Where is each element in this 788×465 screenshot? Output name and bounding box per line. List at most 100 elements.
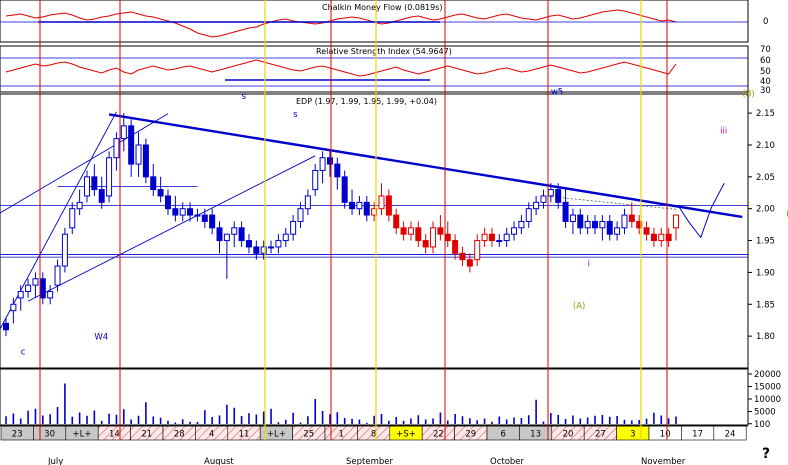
price-tick-label: 2.10 <box>756 141 775 151</box>
candle-body <box>393 214 400 229</box>
candle-body <box>209 214 216 229</box>
cmf-ytick-0: 0 <box>763 17 768 27</box>
candle-body <box>282 233 289 242</box>
candle-body <box>518 220 525 229</box>
timeline-cell-label: 10 <box>660 430 671 440</box>
candle-body <box>47 291 54 299</box>
candle-body <box>135 144 142 165</box>
candle-body <box>606 220 613 235</box>
wave-label: (B) <box>742 90 754 100</box>
price-tick-label: 1.85 <box>756 300 775 310</box>
footer-question-mark: ? <box>762 446 770 462</box>
timeline-cell-label: 13 <box>530 430 541 440</box>
rsi-ytick-60: 60 <box>760 56 771 66</box>
candle-body <box>496 240 503 243</box>
candle-body <box>459 252 466 261</box>
candle-body <box>407 227 414 235</box>
wave-label: w5 <box>551 88 563 98</box>
cmf-title: Chalkin Money Flow (0.0819s) <box>322 3 443 12</box>
candle-body <box>555 189 562 203</box>
price-tick-label: 1.80 <box>756 332 775 342</box>
candle-body <box>643 227 650 235</box>
rsi-ytick-50: 50 <box>760 67 771 77</box>
candle-body <box>223 233 230 242</box>
volume-tick-label: 5000 <box>754 408 776 418</box>
candle-body <box>650 233 657 242</box>
candle-body <box>584 220 591 229</box>
candle-body <box>562 201 569 222</box>
chart-background <box>0 0 788 465</box>
candle-body <box>32 278 39 286</box>
candle-body <box>245 240 252 248</box>
candle-body <box>290 220 297 235</box>
candle-body <box>164 195 171 210</box>
candle-body <box>312 169 319 191</box>
candle-body <box>150 176 157 191</box>
timeline-cell-label: 27 <box>595 430 606 440</box>
candle-body <box>25 284 32 293</box>
candle-body <box>10 303 17 312</box>
candle-body <box>614 227 621 235</box>
candle-body <box>69 208 76 229</box>
timeline-cell-label: 29 <box>465 430 476 440</box>
timeline-cell-label: 4 <box>209 430 214 440</box>
candle-body <box>326 157 333 165</box>
price-tick-label: 1.90 <box>756 268 775 278</box>
candle-body <box>525 208 532 222</box>
volume-tick-label: 20000 <box>754 370 781 380</box>
candle-body <box>3 322 9 331</box>
price-title: EDP (1.97, 1.99, 1.95, 1.99, +0.04) <box>296 97 437 106</box>
timeline-cell-label: +S+ <box>396 430 416 440</box>
candle-body <box>268 246 275 249</box>
candle-body <box>98 189 105 203</box>
candle-body <box>106 157 113 197</box>
volume-tick-label: 10000 <box>754 395 781 405</box>
candle-body <box>194 214 201 217</box>
candle-body <box>673 214 679 229</box>
candle-body <box>481 233 488 242</box>
candle-body <box>378 195 385 210</box>
rsi-ytick-70: 70 <box>760 45 771 55</box>
candle-body <box>201 214 208 222</box>
price-tick-label: 2.00 <box>756 205 775 215</box>
candle-body <box>128 125 135 165</box>
candle-body <box>61 233 68 267</box>
timeline-cell-label: 11 <box>239 430 250 440</box>
timeline-cell-label: 24 <box>725 430 736 440</box>
wave-label: s <box>242 92 247 102</box>
month-label: August <box>204 457 234 465</box>
price-tick-label: 2.15 <box>756 109 775 119</box>
rsi-title: Relative Strength Index (54.9647) <box>316 47 452 56</box>
candle-body <box>341 176 348 203</box>
candle-body <box>39 278 46 299</box>
candle-body <box>157 189 164 197</box>
timeline-cell-label: 1 <box>338 430 343 440</box>
candle-body <box>452 240 459 254</box>
candle-body <box>415 227 422 242</box>
candle-body <box>658 233 665 242</box>
month-label: October <box>490 457 525 465</box>
candle-body <box>172 208 179 216</box>
timeline-cell-label: 22 <box>433 430 444 440</box>
candle-body <box>540 195 547 203</box>
candle-body <box>120 125 127 140</box>
candle-body <box>187 208 194 216</box>
candle-body <box>297 208 304 222</box>
timeline-cell-label: 20 <box>563 430 574 440</box>
candle-body <box>488 233 495 242</box>
wave-label: c <box>21 348 26 358</box>
candle-body <box>179 208 186 216</box>
timeline-cell-label: +L+ <box>73 430 92 440</box>
wave-label: W4 <box>94 332 108 342</box>
candle-body <box>54 265 61 286</box>
candle-body <box>363 201 370 216</box>
candle-body <box>356 201 363 210</box>
candle-body <box>17 291 24 299</box>
candle-body <box>422 240 429 248</box>
wave-label: (A) <box>573 302 585 312</box>
timeline-cell-label: 6 <box>500 430 505 440</box>
month-label: September <box>346 457 393 465</box>
candle-body <box>474 240 481 261</box>
candle-body <box>113 138 120 159</box>
candle-body <box>238 227 245 242</box>
